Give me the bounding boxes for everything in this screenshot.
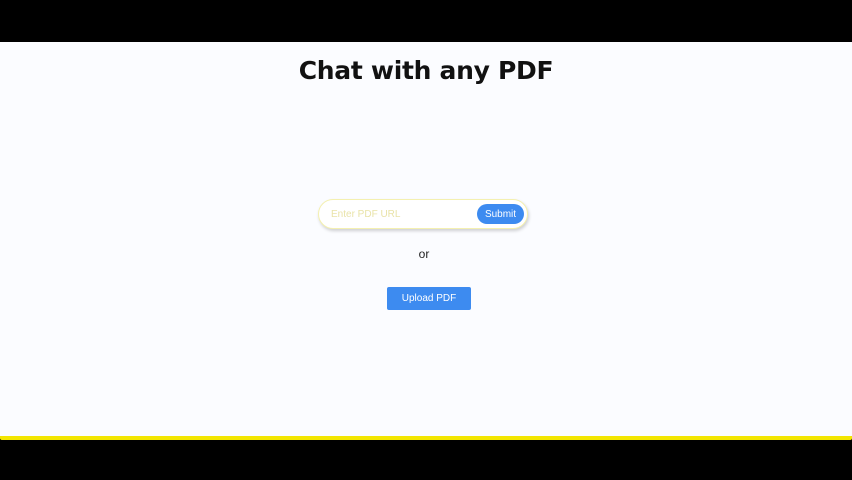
letterbox-top xyxy=(0,0,852,42)
page: Chat with any PDF Submit or Upload PDF xyxy=(0,42,852,438)
submit-button[interactable]: Submit xyxy=(477,204,524,224)
or-divider-text: or xyxy=(418,247,430,261)
pdf-url-form: Submit xyxy=(318,199,528,229)
page-title: Chat with any PDF xyxy=(298,56,554,85)
pdf-url-input[interactable] xyxy=(331,205,479,223)
letterbox-bottom xyxy=(0,440,852,480)
upload-pdf-button[interactable]: Upload PDF xyxy=(387,287,471,310)
